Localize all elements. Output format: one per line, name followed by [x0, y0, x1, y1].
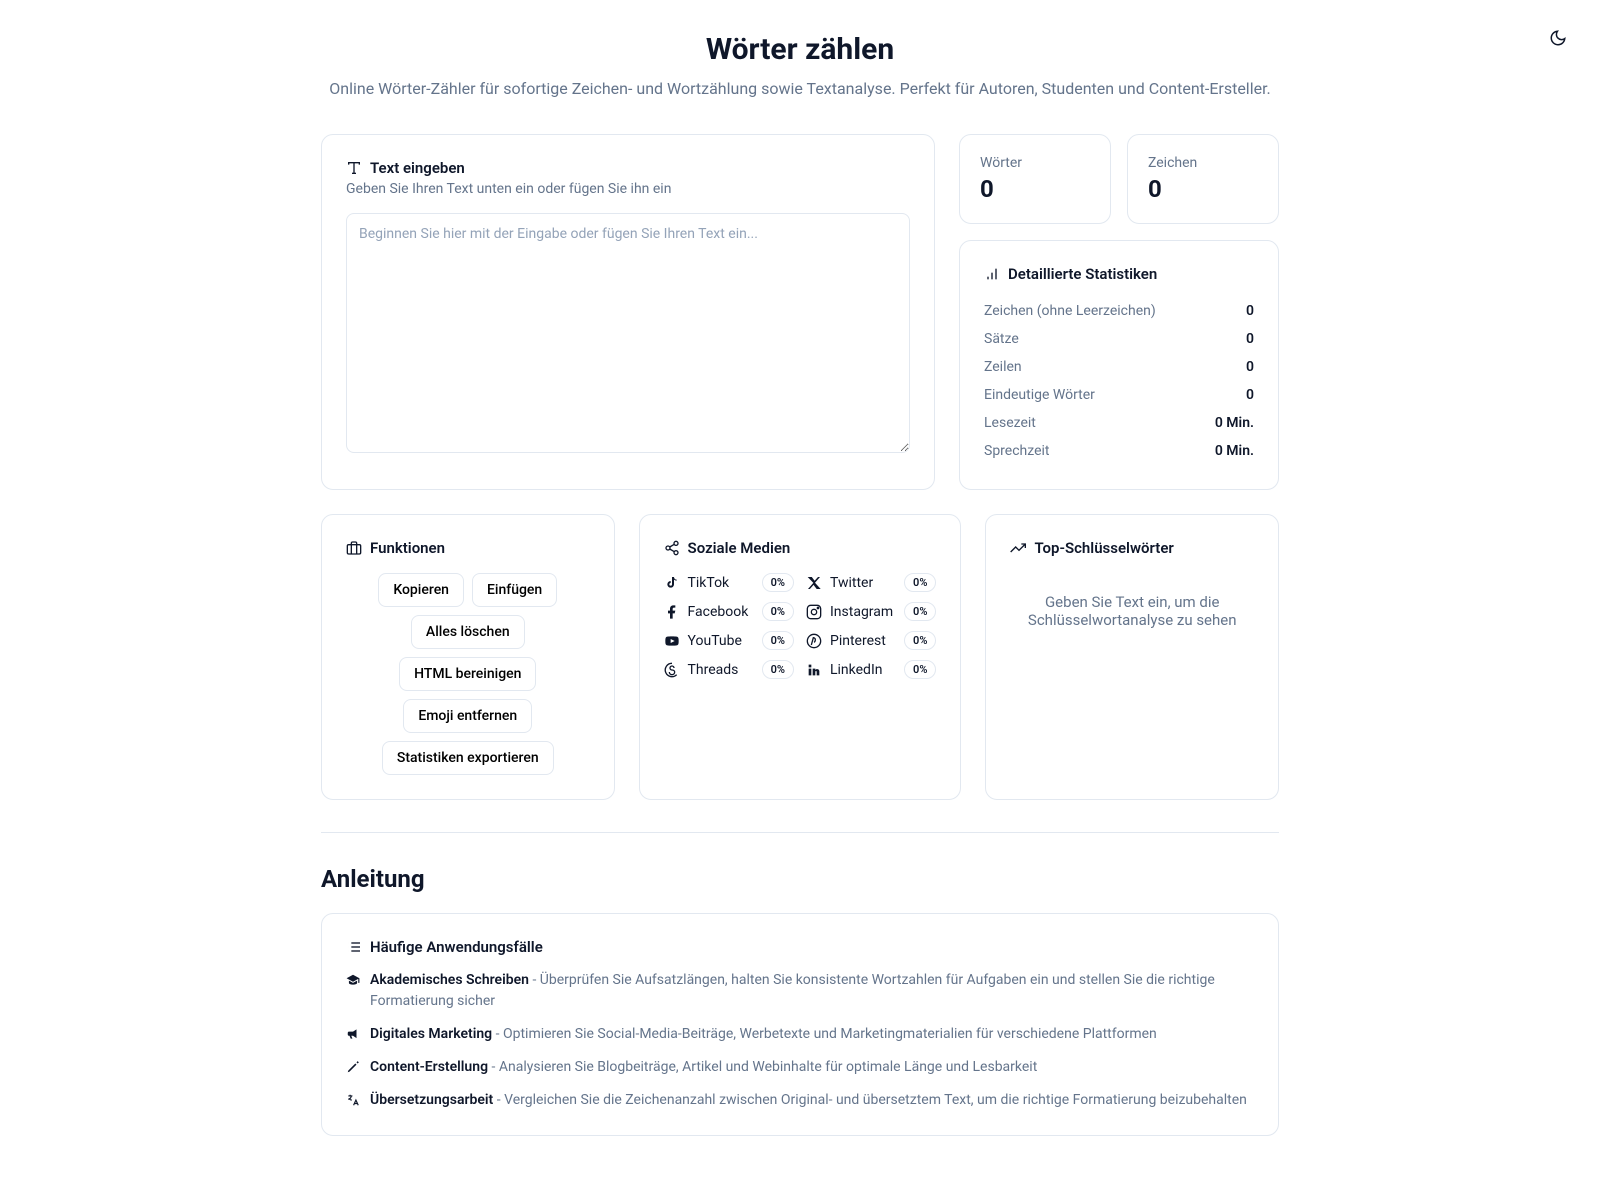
usecase-row: Akademisches Schreiben - Überprüfen Sie …	[346, 970, 1254, 1012]
badge: 0%	[904, 602, 936, 621]
social-item-linkedin: LinkedIn 0%	[806, 660, 936, 679]
facebook-icon	[664, 604, 680, 620]
social-title: Soziale Medien	[688, 539, 791, 557]
moon-icon	[1549, 29, 1567, 47]
usecase-row: Übersetzungsarbeit - Vergleichen Sie die…	[346, 1090, 1254, 1111]
usecases-card: Häufige Anwendungsfälle Akademisches Sch…	[321, 913, 1279, 1136]
text-input[interactable]	[346, 213, 910, 453]
copy-button[interactable]: Kopieren	[378, 573, 464, 607]
pinterest-icon	[806, 633, 822, 649]
functions-title: Funktionen	[370, 539, 445, 557]
words-label: Wörter	[980, 155, 1090, 171]
social-item-tiktok: TikTok 0%	[664, 573, 794, 592]
keywords-title: Top-Schlüsselwörter	[1034, 539, 1173, 557]
social-item-twitter: Twitter 0%	[806, 573, 936, 592]
megaphone-icon	[346, 1027, 360, 1041]
social-item-youtube: YouTube 0%	[664, 631, 794, 650]
detail-row: Sprechzeit0 Min.	[984, 437, 1254, 465]
badge: 0%	[904, 631, 936, 650]
graduation-cap-icon	[346, 973, 360, 987]
clear-button[interactable]: Alles löschen	[411, 615, 525, 649]
instagram-icon	[806, 604, 822, 620]
translate-icon	[346, 1093, 360, 1107]
social-item-facebook: Facebook 0%	[664, 602, 794, 621]
bar-chart-icon	[984, 266, 1000, 282]
usecase-row: Digitales Marketing - Optimieren Sie Soc…	[346, 1024, 1254, 1045]
type-icon	[346, 160, 362, 176]
words-stat-card: Wörter 0	[959, 134, 1111, 224]
detail-row: Zeichen (ohne Leerzeichen)0	[984, 297, 1254, 325]
social-item-threads: Threads 0%	[664, 660, 794, 679]
social-item-pinterest: Pinterest 0%	[806, 631, 936, 650]
usecase-row: Content-Erstellung - Analysieren Sie Blo…	[346, 1057, 1254, 1078]
input-description: Geben Sie Ihren Text unten ein oder füge…	[346, 181, 910, 197]
badge: 0%	[762, 573, 794, 592]
paste-button[interactable]: Einfügen	[472, 573, 557, 607]
detailed-stats-card: Detaillierte Statistiken Zeichen (ohne L…	[959, 240, 1279, 490]
toolbox-icon	[346, 540, 362, 556]
social-item-instagram: Instagram 0%	[806, 602, 936, 621]
badge: 0%	[762, 660, 794, 679]
usecases-title: Häufige Anwendungsfälle	[370, 938, 543, 956]
remove-emoji-button[interactable]: Emoji entfernen	[403, 699, 532, 733]
divider	[321, 832, 1279, 833]
input-title: Text eingeben	[370, 159, 465, 177]
detail-row: Lesezeit0 Min.	[984, 409, 1254, 437]
tiktok-icon	[664, 575, 680, 591]
detail-row: Sätze0	[984, 325, 1254, 353]
badge: 0%	[762, 631, 794, 650]
chars-label: Zeichen	[1148, 155, 1258, 171]
theme-toggle-button[interactable]	[1540, 20, 1576, 56]
share-icon	[664, 540, 680, 556]
threads-icon	[664, 662, 680, 678]
details-title: Detaillierte Statistiken	[1008, 265, 1157, 283]
social-media-card: Soziale Medien TikTok 0% Twitter 0% Face…	[639, 514, 962, 800]
chars-stat-card: Zeichen 0	[1127, 134, 1279, 224]
twitter-icon	[806, 575, 822, 591]
badge: 0%	[904, 660, 936, 679]
page-title: Wörter zählen	[321, 32, 1279, 67]
guide-heading: Anleitung	[321, 865, 1279, 893]
words-value: 0	[980, 175, 1090, 203]
badge: 0%	[904, 573, 936, 592]
keywords-card: Top-Schlüsselwörter Geben Sie Text ein, …	[985, 514, 1279, 800]
keywords-empty-message: Geben Sie Text ein, um die Schlüsselwort…	[1010, 561, 1254, 661]
trending-up-icon	[1010, 540, 1026, 556]
functions-card: Funktionen Kopieren Einfügen Alles lösch…	[321, 514, 615, 800]
linkedin-icon	[806, 662, 822, 678]
detail-row: Zeilen0	[984, 353, 1254, 381]
pen-icon	[346, 1060, 360, 1074]
chars-value: 0	[1148, 175, 1258, 203]
badge: 0%	[762, 602, 794, 621]
detail-row: Eindeutige Wörter0	[984, 381, 1254, 409]
clean-html-button[interactable]: HTML bereinigen	[399, 657, 536, 691]
export-stats-button[interactable]: Statistiken exportieren	[382, 741, 554, 775]
youtube-icon	[664, 633, 680, 649]
text-input-card: Text eingeben Geben Sie Ihren Text unten…	[321, 134, 935, 490]
page-subtitle: Online Wörter-Zähler für sofortige Zeich…	[321, 79, 1279, 98]
list-icon	[346, 939, 362, 955]
